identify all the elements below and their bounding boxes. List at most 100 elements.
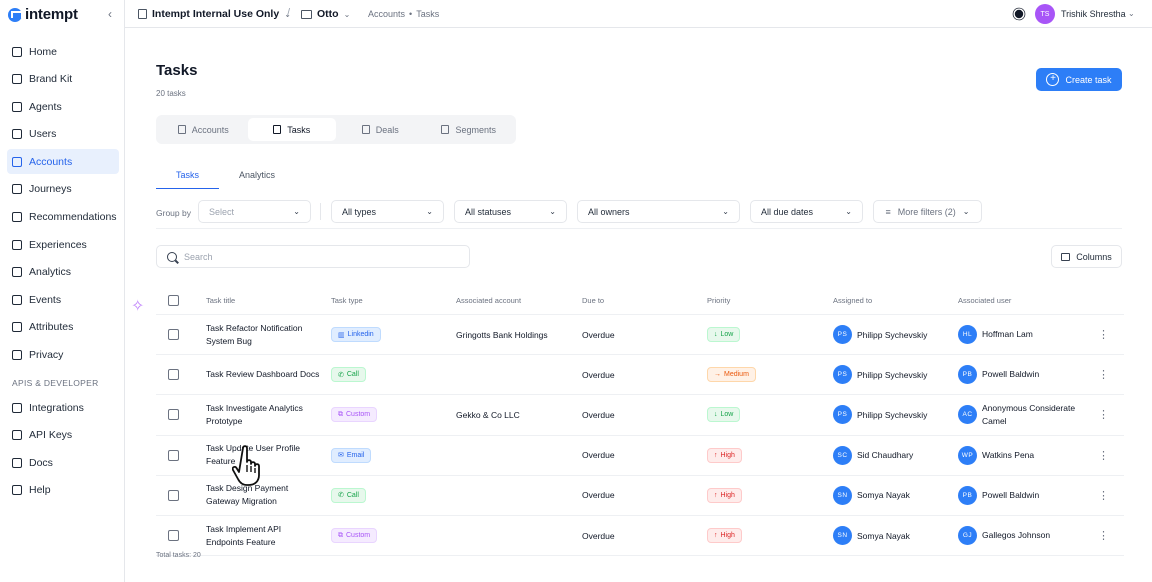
table-row[interactable]: Task Update User Profile Feature ✉ Email Ov… xyxy=(156,436,1124,476)
associated-account[interactable]: Gekko & Co LLC xyxy=(456,395,520,434)
assignee-cell[interactable]: PS Philipp Sychevskiy xyxy=(833,355,927,394)
sidebar-item-agents[interactable]: Agents xyxy=(7,94,119,119)
owner-filter[interactable]: All owners ⌄ xyxy=(577,200,740,223)
workspace-switcher[interactable]: Intempt Internal Use Only ⌄ xyxy=(138,8,291,20)
table-row[interactable]: Task Design Payment Gateway Migration ✆ Ca… xyxy=(156,476,1124,516)
associated-user-name: Powell Baldwin xyxy=(982,489,1040,500)
assignee-cell[interactable]: SN Somya Nayak xyxy=(833,476,910,515)
assignee-cell[interactable]: SN Somya Nayak xyxy=(833,516,910,555)
hand-cursor-icon xyxy=(232,445,260,486)
associated-user-cell[interactable]: HL Hoffman Lam xyxy=(958,315,1088,354)
sidebar-item-users[interactable]: Users xyxy=(7,122,119,147)
user-avatar[interactable]: TS xyxy=(1035,4,1055,24)
sidebar-item-label: Brand Kit xyxy=(29,73,73,86)
column-header[interactable]: Assigned to xyxy=(833,286,872,314)
associated-account[interactable]: Gringotts Bank Holdings xyxy=(456,315,548,354)
column-header[interactable]: Task title xyxy=(206,286,321,314)
due-date-filter[interactable]: All due dates ⌄ xyxy=(750,200,863,223)
associated-user-cell[interactable]: AC Anonymous Considerate Camel xyxy=(958,395,1088,434)
associated-user-cell[interactable]: PB Powell Baldwin xyxy=(958,355,1088,394)
type-filter[interactable]: All types ⌄ xyxy=(331,200,444,223)
row-checkbox[interactable] xyxy=(168,489,179,501)
more-options-icon[interactable]: ⋮ xyxy=(1098,315,1109,354)
deals-icon xyxy=(361,125,370,134)
associated-user-cell[interactable]: WP Watkins Pena xyxy=(958,436,1088,475)
accounts-icon xyxy=(177,125,186,134)
more-filters-button[interactable]: ≡ More filters (2) ⌄ xyxy=(873,200,982,223)
tab-deals[interactable]: Deals xyxy=(336,118,425,141)
sidebar-item-events[interactable]: Events xyxy=(7,287,119,312)
theme-toggle-sun-icon[interactable] xyxy=(1014,9,1024,19)
tab-tasks[interactable]: Tasks xyxy=(247,118,336,141)
subtab-analytics[interactable]: Analytics xyxy=(219,161,295,189)
sidebar-item-recommendations[interactable]: Recommendations xyxy=(7,205,119,230)
user-name[interactable]: Trishik Shrestha xyxy=(1061,9,1126,19)
sidebar-item-integrations[interactable]: Integrations xyxy=(7,395,119,420)
breadcrumb-accounts[interactable]: Accounts xyxy=(368,9,405,19)
task-title[interactable]: Task Review Dashboard Docs xyxy=(206,355,321,394)
row-select-cell xyxy=(168,315,179,354)
associated-user-name: Anonymous Considerate Camel xyxy=(982,402,1076,426)
associated-user-cell[interactable]: GJ Gallegos Johnson xyxy=(958,516,1088,555)
sidebar-item-attributes[interactable]: Attributes xyxy=(7,315,119,340)
associated-user-name: Watkins Pena xyxy=(982,449,1035,460)
table-row[interactable]: Task Review Dashboard Docs ✆ Call Overdue → M… xyxy=(156,355,1124,396)
more-options-icon[interactable]: ⋮ xyxy=(1098,476,1109,515)
sidebar-item-accounts[interactable]: Accounts xyxy=(7,149,119,175)
column-header[interactable]: Priority xyxy=(707,286,730,314)
group-by-select[interactable]: Select ⌄ xyxy=(198,200,311,223)
chevron-down-icon[interactable]: ⌄ xyxy=(1128,9,1135,18)
sidebar-item-api-keys[interactable]: API Keys xyxy=(7,423,119,448)
task-title[interactable]: Task Investigate Analytics Prototype xyxy=(206,395,321,434)
column-header[interactable]: Due to xyxy=(582,286,604,314)
sidebar-item-analytics[interactable]: Analytics xyxy=(7,260,119,285)
sidebar-item-help[interactable]: Help xyxy=(7,478,119,503)
assignee-cell[interactable]: SC Sid Chaudhary xyxy=(833,436,913,475)
tab-accounts[interactable]: Accounts xyxy=(159,118,248,141)
sidebar-item-journeys[interactable]: Journeys xyxy=(7,177,119,202)
table-row[interactable]: Task Refactor Notification System Bug ▥ Li… xyxy=(156,315,1124,356)
task-title[interactable]: Task Refactor Notification System Bug xyxy=(206,315,321,354)
table-row[interactable]: Task Investigate Analytics Prototype ⧉ Cus… xyxy=(156,395,1124,436)
row-checkbox[interactable] xyxy=(168,409,179,421)
avatar: SN xyxy=(833,526,852,546)
sidebar-item-brand-kit[interactable]: Brand Kit xyxy=(7,67,119,92)
column-header[interactable]: Associated user xyxy=(958,286,1088,314)
divider xyxy=(320,203,321,220)
sidebar-item-privacy[interactable]: Privacy xyxy=(7,343,119,368)
ai-sparkle-icon[interactable]: ✧ xyxy=(131,296,144,316)
row-checkbox[interactable] xyxy=(168,530,179,542)
sidebar-item-home[interactable]: Home xyxy=(7,39,119,64)
task-type-badge: ⧉ Custom xyxy=(331,528,378,544)
brand-logo[interactable]: intempt xyxy=(8,6,78,23)
assignee-cell[interactable]: PS Philipp Sychevskiy xyxy=(833,395,927,434)
tab-segments[interactable]: Segments xyxy=(425,118,514,141)
subtab-tasks[interactable]: Tasks xyxy=(156,161,220,189)
more-options-icon[interactable]: ⋮ xyxy=(1098,355,1109,394)
more-options-icon[interactable]: ⋮ xyxy=(1098,436,1109,475)
select-all-checkbox[interactable] xyxy=(168,294,179,306)
more-options-icon[interactable]: ⋮ xyxy=(1098,395,1109,434)
column-header[interactable]: Associated account xyxy=(456,286,521,314)
associated-user-cell[interactable]: PB Powell Baldwin xyxy=(958,476,1088,515)
columns-button[interactable]: Columns xyxy=(1051,245,1122,268)
more-options-icon[interactable]: ⋮ xyxy=(1098,516,1109,555)
status-filter[interactable]: All statuses ⌄ xyxy=(454,200,567,223)
create-task-button[interactable]: + Create task xyxy=(1036,68,1122,91)
owner-filter-value: All owners xyxy=(588,206,630,217)
row-select-cell xyxy=(168,516,179,555)
task-title[interactable]: Task Implement API Endpoints Feature xyxy=(206,516,321,555)
search-input[interactable] xyxy=(184,251,454,262)
assignee-cell[interactable]: PS Philipp Sychevskiy xyxy=(833,315,927,354)
row-checkbox[interactable] xyxy=(168,449,179,461)
project-switcher[interactable]: Otto ⌄ xyxy=(301,8,350,20)
table-row[interactable]: Task Implement API Endpoints Feature ⧉ Cus… xyxy=(156,516,1124,557)
sidebar-item-docs[interactable]: Docs xyxy=(7,450,119,475)
collapse-sidebar-icon[interactable]: ‹ xyxy=(108,7,112,21)
chevron-down-icon: ⌄ xyxy=(722,207,729,216)
row-checkbox[interactable] xyxy=(168,329,179,341)
row-checkbox[interactable] xyxy=(168,369,179,381)
search-box[interactable] xyxy=(156,245,470,268)
column-header[interactable]: Task type xyxy=(331,286,363,314)
sidebar-item-experiences[interactable]: Experiences xyxy=(7,232,119,257)
